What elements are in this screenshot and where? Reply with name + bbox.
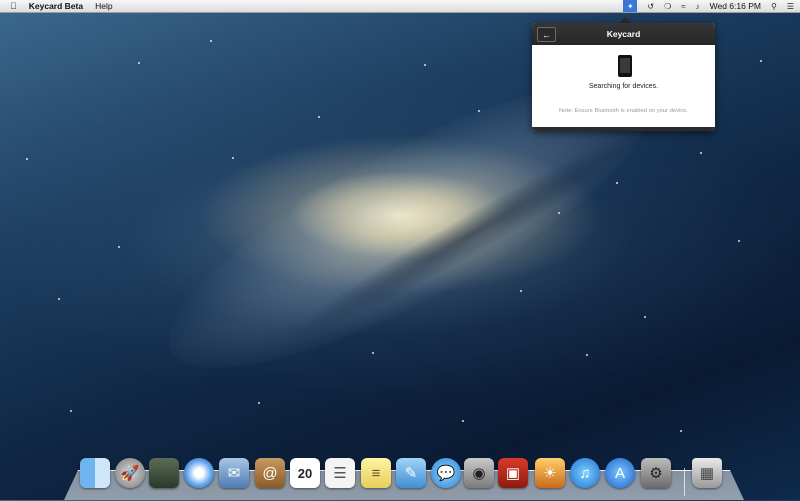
launchpad-icon[interactable]: 🚀 [115, 458, 145, 488]
app-store-icon[interactable]: A [605, 458, 635, 488]
dock-separator [684, 468, 685, 496]
mail-icon[interactable]: ✉ [219, 458, 249, 488]
phone-icon [618, 55, 632, 77]
keycard-status-icon[interactable]: ✦ [623, 0, 638, 12]
calendar-day: 20 [297, 465, 313, 481]
facetime-icon[interactable]: ◉ [464, 458, 494, 488]
calendar-icon[interactable]: 20 [290, 458, 320, 488]
bluetooth-note: Note: Ensure Bluetooth is enabled on you… [559, 108, 688, 114]
arrow-left-icon: ← [542, 29, 551, 40]
popover-header: ← Keycard [532, 23, 715, 45]
photo-booth-icon[interactable]: ▣ [498, 458, 528, 488]
itunes-icon[interactable]: ♫ [570, 458, 600, 488]
wifi-icon[interactable]: ≈ [681, 2, 685, 11]
app-menu-title[interactable]: Keycard Beta [29, 1, 83, 11]
keycard-popover: ← Keycard Searching for devices. Note: E… [532, 23, 715, 131]
reminders-icon[interactable]: ☰ [325, 458, 355, 488]
keycard-icon[interactable]: ✎ [396, 458, 426, 488]
back-button[interactable]: ← [537, 27, 556, 42]
trash-icon[interactable]: ▦ [692, 458, 722, 488]
popover-title: Keycard [606, 29, 641, 39]
iphoto-icon[interactable]: ☀ [535, 458, 565, 488]
popover-footer [532, 127, 715, 131]
bluetooth-icon[interactable]: ❍ [664, 2, 671, 11]
menu-extras: ✦ ↺ ❍ ≈ ♪ Wed 6:16 PM ⚲ ☰ [623, 0, 794, 12]
finder-icon[interactable] [80, 458, 110, 488]
searching-status: Searching for devices. [588, 83, 659, 90]
notification-center-icon[interactable]: ☰ [787, 2, 794, 11]
help-menu[interactable]: Help [95, 1, 112, 11]
apple-icon[interactable]:  [10, 1, 17, 11]
time-machine-icon[interactable]: ↺ [647, 2, 654, 11]
spotlight-search-icon[interactable]: ⚲ [771, 2, 777, 11]
safari-icon[interactable]: ✛ [184, 458, 214, 488]
menubar-clock[interactable]: Wed 6:16 PM [710, 1, 761, 11]
popover-body: Searching for devices. Note: Ensure Blue… [532, 45, 715, 127]
system-preferences-icon[interactable]: ⚙ [641, 458, 671, 488]
notes-icon[interactable]: ≡ [361, 458, 391, 488]
contacts-icon[interactable]: @ [255, 458, 285, 488]
mission-control-icon[interactable] [149, 458, 179, 488]
volume-icon[interactable]: ♪ [696, 2, 700, 11]
menu-bar:  Keycard Beta Help ✦ ↺ ❍ ≈ ♪ Wed 6:16 P… [0, 0, 800, 13]
messages-icon[interactable]: 💬 [431, 458, 461, 488]
